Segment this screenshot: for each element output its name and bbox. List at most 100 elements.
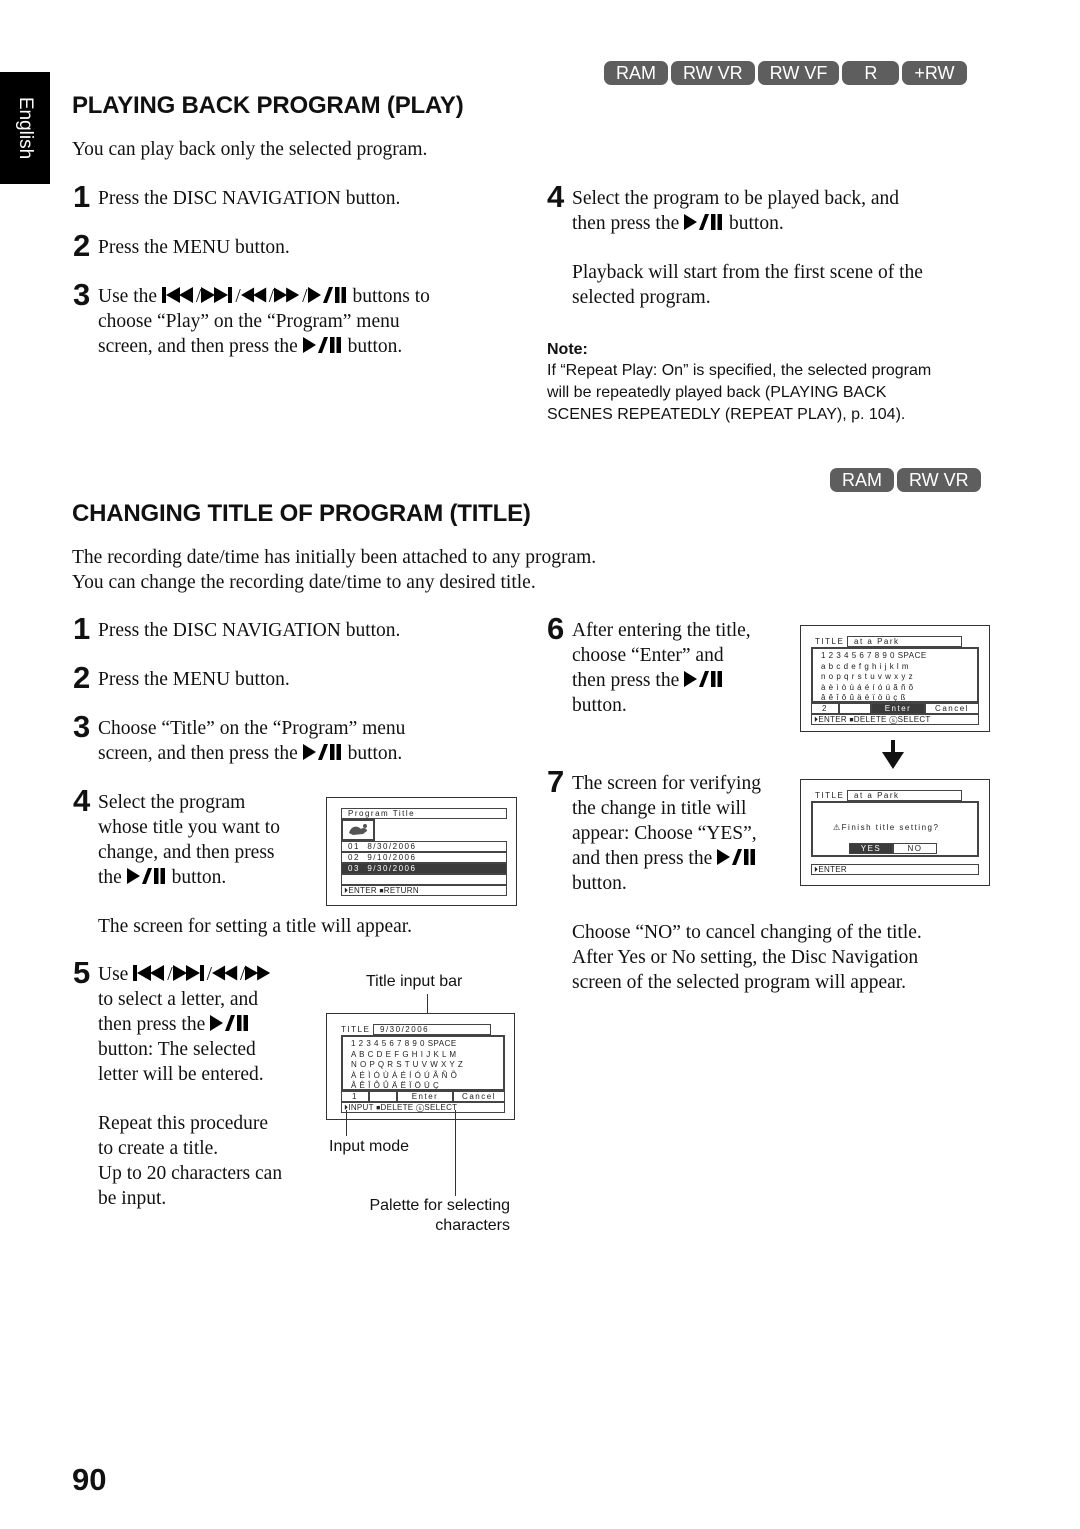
footer-enter: ENTER	[818, 865, 847, 874]
step-text-line: be input.	[98, 1188, 167, 1209]
cancel-button[interactable]: Cancel	[453, 1091, 505, 1102]
step-result: Choose “NO” to cancel changing of the ti…	[572, 920, 922, 995]
step-text-part: and then press the	[572, 848, 713, 869]
step-text-part: then press the	[572, 670, 680, 691]
step-text: Press the MENU button.	[98, 237, 290, 258]
row-date: 9/30/2006	[367, 864, 417, 873]
enter-button-selected[interactable]: Enter	[871, 703, 925, 714]
disc-type-badges: RAM RW VR	[830, 468, 981, 492]
language-tab: English	[0, 72, 50, 184]
step-text-part: button.	[347, 336, 403, 357]
badge-rw-vr: RW VR	[671, 61, 755, 85]
title-label: TITLE	[815, 637, 845, 646]
step-number: 3	[73, 277, 91, 312]
palette-row[interactable]: À É Ì Ó Ù Á É Í Ó Ú Ã Ñ Õ	[351, 1071, 457, 1082]
step-text-line: After Yes or No setting, the Disc Naviga…	[572, 947, 919, 968]
footer-delete: DELETE	[853, 715, 887, 724]
callout-line	[455, 1110, 456, 1196]
blank-cell	[369, 1091, 397, 1102]
note-line: will be repeatedly played back (PLAYING …	[547, 384, 887, 401]
label-input-mode: Input mode	[329, 1138, 410, 1155]
step-text-line: choose “Enter” and	[572, 645, 724, 666]
confirm-message: ⚠Finish title setting?	[833, 823, 939, 832]
blank-cell	[839, 703, 871, 714]
palette-row[interactable]: N O P Q R S T U V W X Y Z	[351, 1060, 463, 1071]
program-title-screen: Program Title 01 8/30/2006 02 9/10/2006 …	[326, 797, 517, 906]
confirm-dialog: ⚠Finish title setting? YES NO	[811, 801, 979, 857]
palette-row[interactable]: à è ì ò ù á é í ó ú ã ñ õ	[821, 683, 914, 694]
palette-row[interactable]: â ê î ô û ä ë ï ö ü ç ß	[821, 693, 906, 704]
row-number: 01	[348, 842, 360, 851]
program-row-selected[interactable]: 03 9/30/2006	[341, 863, 507, 874]
program-thumbnail-icon	[349, 824, 367, 835]
play-pause-icon	[303, 743, 343, 761]
palette-row[interactable]: 1 2 3 4 5 6 7 8 9 0 SPACE	[351, 1039, 457, 1050]
step-paragraph: Playback will start from the first scene…	[572, 262, 923, 308]
fast-forward-icon	[245, 964, 273, 982]
empty-row	[341, 874, 507, 885]
skip-next-icon	[201, 286, 235, 304]
note-body: If “Repeat Play: On” is specified, the s…	[547, 360, 931, 426]
step-text: Press the DISC NAVIGATION button.	[98, 620, 401, 641]
intro-line: The recording date/time has initially be…	[72, 547, 597, 568]
section-title-title: CHANGING TITLE OF PROGRAM (TITLE)	[72, 500, 531, 527]
step-text-line: appear: Choose “YES”,	[572, 823, 757, 844]
step-number: 2	[73, 660, 91, 695]
enter-button[interactable]: Enter	[397, 1091, 453, 1102]
screen-header: Program Title	[341, 808, 507, 819]
step-number: 4	[547, 179, 565, 214]
palette-row[interactable]: 1 2 3 4 5 6 7 8 9 0 SPACE	[821, 651, 927, 662]
rewind-icon	[212, 964, 240, 982]
input-mode[interactable]: 1	[341, 1091, 369, 1102]
screen-footer: ⏵ENTER	[811, 864, 979, 875]
step-number: 4	[73, 783, 91, 818]
step-text-part: then press the	[98, 1014, 206, 1035]
title-input-screen: TITLE 9/30/2006 1 2 3 4 5 6 7 8 9 0 SPAC…	[326, 1013, 515, 1120]
step-text-line: the change in title will	[572, 798, 747, 819]
badge-rw-vf: RW VF	[757, 61, 840, 85]
title-input-bar: at a Park	[847, 790, 962, 801]
character-palette: 1 2 3 4 5 6 7 8 9 0 SPACE a b c d e f g …	[811, 647, 979, 703]
step-text-line: button.	[572, 695, 627, 716]
row-number: 02	[348, 853, 360, 862]
play-pause-icon	[308, 286, 348, 304]
step-text: Use / / / to select a letter, and then pre…	[98, 962, 273, 1087]
disc-type-badges: RAM RW VR RW VF R +RW	[604, 61, 967, 85]
step-text: Select the program to be played back, an…	[572, 186, 992, 310]
play-pause-icon	[210, 1014, 250, 1032]
step-text-line: Choose “Title” on the “Program” menu	[98, 718, 406, 739]
section-intro-title: The recording date/time has initially be…	[72, 545, 596, 595]
skip-previous-icon	[133, 964, 167, 982]
cancel-button[interactable]: Cancel	[925, 703, 979, 714]
language-label: English	[15, 96, 36, 160]
thumbnail	[341, 819, 375, 841]
section-intro-play: You can play back only the selected prog…	[72, 139, 428, 160]
step-text: Use the / / / / buttons to choose “Play” on…	[98, 286, 430, 357]
callout-line	[346, 1110, 347, 1136]
fast-forward-icon	[274, 286, 302, 304]
confirm-title-screen: TITLE at a Park ⚠Finish title setting? Y…	[800, 779, 990, 886]
title-input-bar[interactable]: 9/30/2006	[373, 1024, 491, 1035]
step-text-part: Use the	[98, 286, 158, 307]
note-title: Note:	[547, 341, 588, 358]
input-mode[interactable]: 2	[811, 703, 839, 714]
step-text-line: Up to 20 characters can	[98, 1163, 283, 1184]
title-input-bar[interactable]: at a Park	[847, 636, 962, 647]
palette-row[interactable]: A B C D E F G H I J K L M	[351, 1050, 457, 1061]
step-text-part: buttons to	[352, 286, 430, 307]
play-pause-icon	[684, 670, 724, 688]
program-row[interactable]: 02 9/10/2006	[341, 852, 507, 863]
program-row[interactable]: 01 8/30/2006	[341, 841, 507, 852]
footer-enter: ENTER	[348, 886, 377, 895]
palette-row[interactable]: Â Ê Î Ô Û Ä Ë Ï Ö Ü Ç	[351, 1081, 439, 1092]
step-text-line: After entering the title,	[572, 620, 751, 641]
palette-row[interactable]: n o p q r s t u v w x y z	[821, 672, 913, 683]
step-text-line: choose “Play” on the “Program” menu	[98, 311, 400, 332]
step-text: Press the DISC NAVIGATION button.	[98, 188, 401, 209]
row-date: 9/10/2006	[367, 853, 417, 862]
palette-row[interactable]: a b c d e f g h i j k l m	[821, 662, 909, 673]
step-text-line: Select the program	[98, 792, 246, 813]
yes-button[interactable]: YES	[849, 843, 893, 854]
no-button[interactable]: NO	[893, 843, 937, 854]
play-pause-icon	[717, 848, 757, 866]
